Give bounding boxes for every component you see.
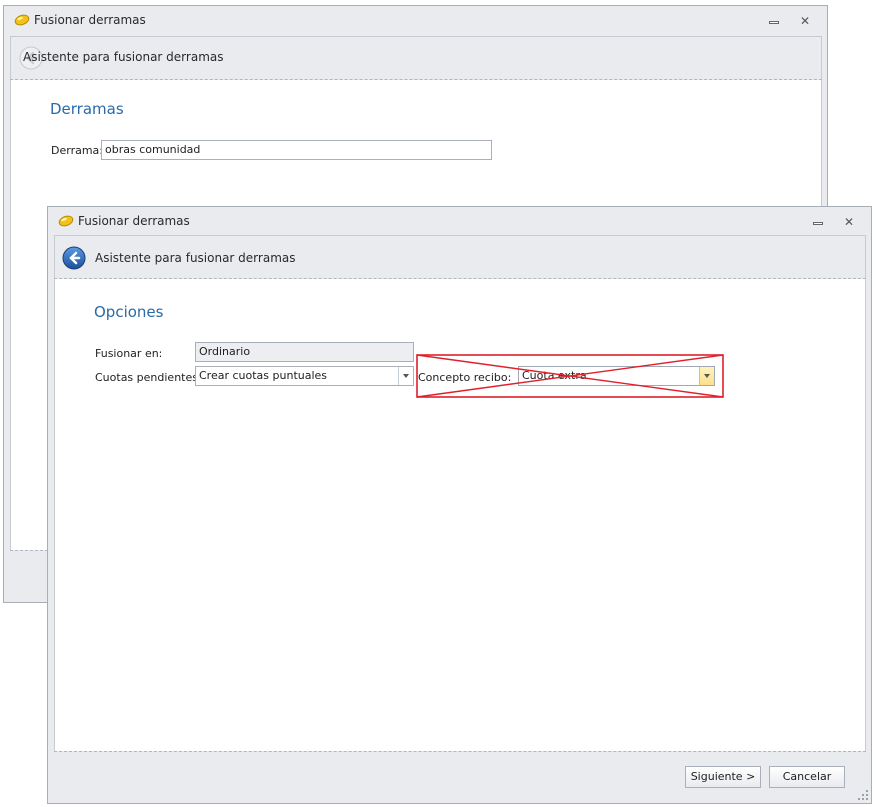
close-icon[interactable]: ✕ [798, 14, 812, 28]
front-header: Asistente para fusionar derramas [54, 235, 866, 279]
cuotas-combo[interactable]: Crear cuotas puntuales [195, 366, 414, 386]
derrama-label: Derrama: [51, 144, 103, 157]
minimize-icon[interactable] [811, 215, 825, 229]
front-window-title: Fusionar derramas [78, 214, 190, 228]
front-content: Opciones Fusionar en: Ordinario Cuotas p… [54, 279, 866, 751]
derrama-field[interactable]: obras comunidad [101, 140, 492, 160]
close-icon[interactable]: ✕ [842, 215, 856, 229]
fusionar-label: Fusionar en: [95, 347, 163, 360]
minimize-icon[interactable] [767, 14, 781, 28]
resize-grip-icon[interactable] [858, 790, 868, 800]
fusionar-field: Ordinario [195, 342, 414, 362]
back-window-title: Fusionar derramas [34, 13, 146, 27]
back-header: Asistente para fusionar derramas [10, 36, 822, 80]
front-titlebar: Fusionar derramas ✕ [48, 207, 871, 237]
cuotas-dropdown-button[interactable] [398, 367, 413, 385]
chevron-down-icon [403, 374, 409, 378]
next-button[interactable]: Siguiente > [685, 766, 761, 788]
cuotas-label: Cuotas pendientes: [95, 371, 202, 384]
annotation-cross-box [416, 354, 724, 398]
back-section-title: Derramas [50, 100, 124, 118]
cuotas-combo-value: Crear cuotas puntuales [199, 369, 328, 382]
back-header-title: Asistente para fusionar derramas [23, 50, 224, 64]
app-icon [58, 215, 74, 227]
back-titlebar: Fusionar derramas ✕ [4, 6, 827, 36]
front-section-title: Opciones [94, 303, 164, 321]
back-arrow-icon[interactable] [62, 246, 86, 270]
front-header-title: Asistente para fusionar derramas [95, 251, 296, 265]
front-footer: Siguiente > Cancelar [54, 751, 866, 799]
cancel-button[interactable]: Cancelar [769, 766, 845, 788]
app-icon [14, 14, 30, 26]
front-window: Fusionar derramas ✕ Asistente para fusio… [47, 206, 872, 804]
